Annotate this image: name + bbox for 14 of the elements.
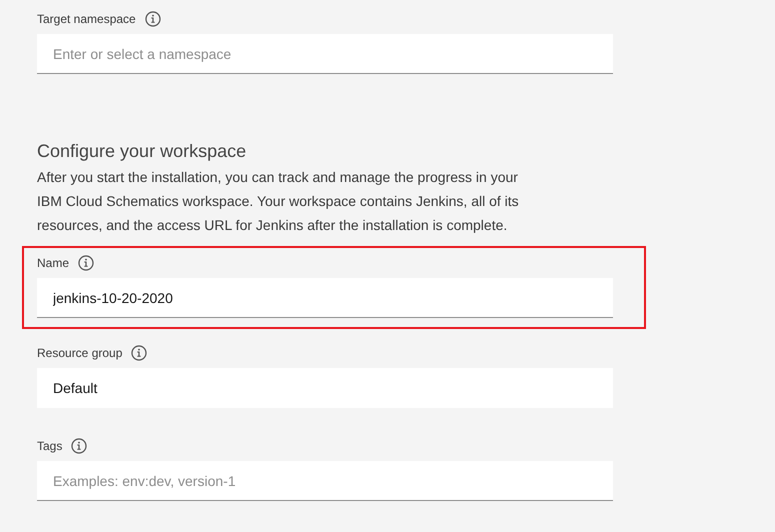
section-heading: Configure your workspace bbox=[37, 141, 248, 162]
field-label: Resource group bbox=[37, 346, 122, 360]
input-field[interactable]: Enter or select a namespace bbox=[37, 34, 613, 74]
field-label: Target namespace bbox=[37, 12, 136, 26]
info-icon[interactable] bbox=[144, 11, 161, 27]
input-field[interactable]: jenkins-10-20-2020 bbox=[37, 278, 613, 318]
field-label: Tags bbox=[37, 439, 62, 453]
field-label: Name bbox=[37, 256, 70, 270]
section-description: After you start the installation, you can track and manage the progress in your IBM Cloud Schematics workspace. Your workspace contains Jenkins, all of its resources, and the access URL for Jenkins after the installation is complete. bbox=[37, 168, 520, 235]
info-icon[interactable] bbox=[78, 255, 94, 271]
info-icon[interactable] bbox=[131, 345, 148, 361]
info-icon[interactable] bbox=[71, 438, 88, 454]
select-field[interactable]: Default bbox=[37, 368, 613, 408]
input-field[interactable]: Examples: env:dev, version-1 bbox=[37, 461, 613, 501]
